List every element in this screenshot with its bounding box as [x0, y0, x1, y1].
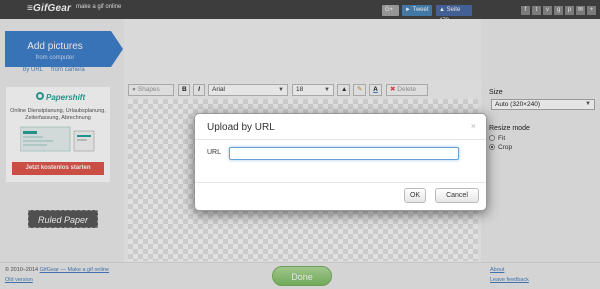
ok-button[interactable]: OK [404, 188, 426, 203]
upload-by-url-dialog: Upload by URL × URL OK Cancel [194, 113, 487, 211]
url-label: URL [207, 149, 222, 156]
divider [195, 182, 486, 183]
dialog-title: Upload by URL [207, 122, 275, 133]
cancel-button[interactable]: Cancel [435, 188, 479, 203]
url-input[interactable] [229, 147, 459, 160]
divider [195, 139, 486, 140]
close-icon[interactable]: × [471, 121, 476, 131]
